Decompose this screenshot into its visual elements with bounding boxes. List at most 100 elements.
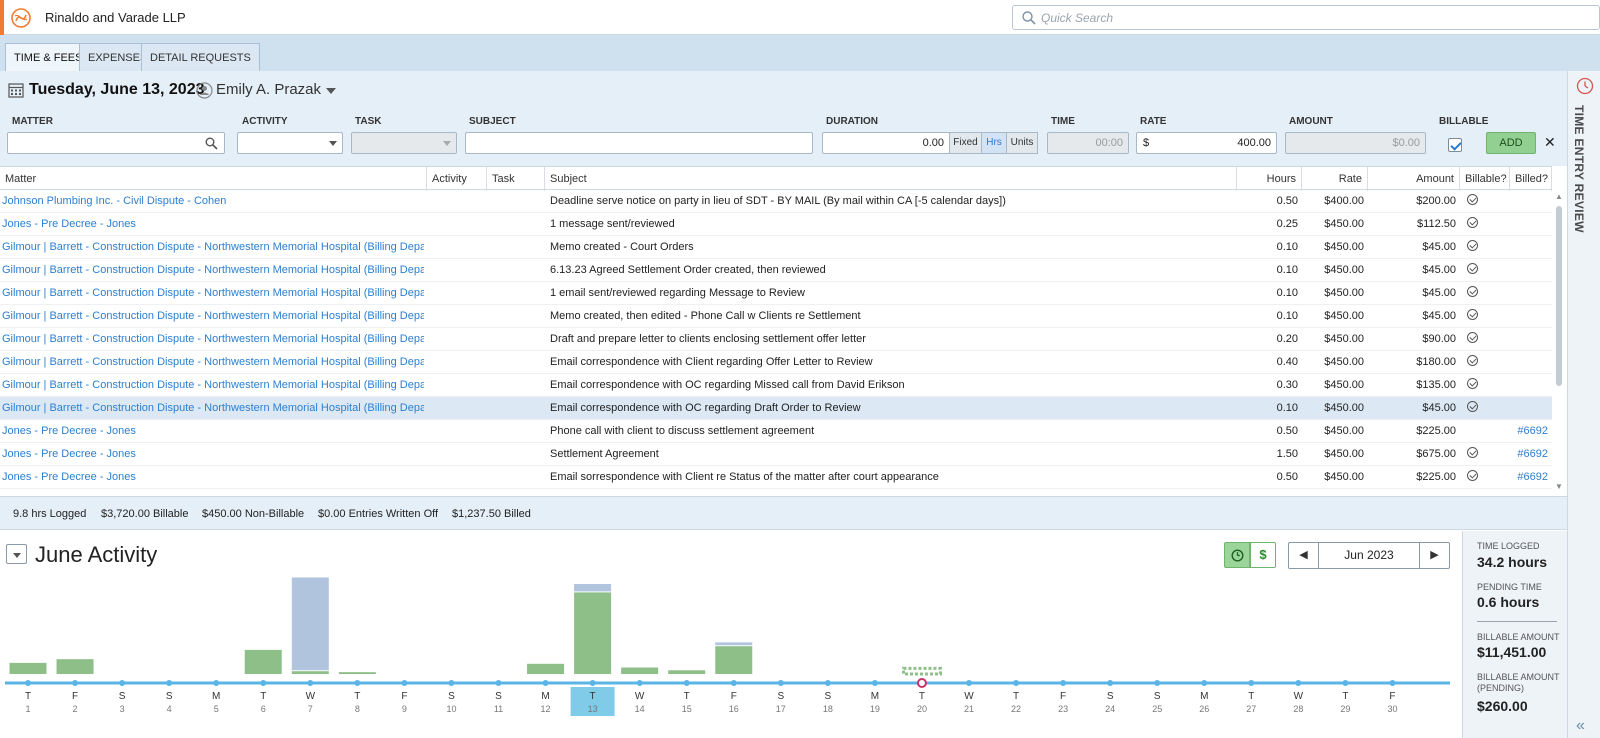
day-of-week-label[interactable]: W — [964, 691, 974, 702]
day-number-label[interactable]: 1 — [25, 704, 30, 714]
day-of-week-label[interactable]: T — [25, 691, 31, 702]
time-entry-review-panel[interactable]: TIME ENTRY REVIEW « — [1567, 71, 1600, 738]
activity-menu-dropdown[interactable] — [6, 544, 27, 564]
row-matter-link[interactable]: Johnson Plumbing Inc. - Civil Dispute - … — [2, 190, 424, 213]
day-of-week-label[interactable]: S — [825, 691, 832, 702]
billable-bar-day-16[interactable] — [715, 646, 753, 674]
day-of-week-label[interactable]: M — [871, 691, 879, 702]
table-scrollbar[interactable]: ▲ ▼ — [1552, 190, 1567, 496]
day-number-label[interactable]: 19 — [870, 704, 880, 714]
table-row[interactable]: Gilmour | Barrett - Construction Dispute… — [0, 351, 1552, 374]
day-number-label[interactable]: 23 — [1058, 704, 1068, 714]
day-of-week-label[interactable]: F — [1389, 691, 1395, 702]
day-of-week-label[interactable]: W — [635, 691, 645, 702]
billable-bar-day-1[interactable] — [9, 662, 47, 674]
day-of-week-label[interactable]: M — [541, 691, 549, 702]
col-activity[interactable]: Activity — [427, 167, 487, 191]
day-of-week-label[interactable]: S — [777, 691, 784, 702]
day-of-week-label[interactable]: F — [401, 691, 407, 702]
scroll-down-icon[interactable]: ▼ — [1555, 482, 1563, 491]
row-matter-link[interactable]: Gilmour | Barrett - Construction Dispute… — [2, 397, 424, 420]
day-number-label[interactable]: 28 — [1293, 704, 1303, 714]
day-number-label[interactable]: 15 — [682, 704, 692, 714]
billable-bar-day-13[interactable] — [574, 592, 612, 674]
table-row[interactable]: Jones - Pre Decree - Jones Settlement Agr… — [0, 443, 1552, 466]
tab-detail-requests[interactable]: DETAIL REQUESTS — [141, 43, 260, 71]
matter-search-icon[interactable] — [205, 137, 218, 150]
day-number-label[interactable]: 11 — [494, 704, 503, 714]
day-of-week-label[interactable]: W — [306, 691, 316, 702]
day-number-label[interactable]: 6 — [261, 704, 266, 714]
table-row[interactable]: Gilmour | Barrett - Construction Dispute… — [0, 374, 1552, 397]
row-matter-link[interactable]: Jones - Pre Decree - Jones — [2, 443, 424, 466]
day-number-label[interactable]: 27 — [1246, 704, 1256, 714]
entry-date[interactable]: Tuesday, June 13, 2023 — [29, 81, 205, 99]
day-of-week-label[interactable]: S — [1154, 691, 1161, 702]
prev-month-button[interactable]: ◀ — [1289, 543, 1319, 568]
nonbillable-bar-day-16[interactable] — [715, 642, 753, 646]
day-of-week-label[interactable]: F — [72, 691, 78, 702]
nonbillable-bar-day-13[interactable] — [574, 583, 612, 592]
day-of-week-label[interactable]: S — [119, 691, 126, 702]
day-number-label[interactable]: 5 — [214, 704, 219, 714]
table-row[interactable]: Gilmour | Barrett - Construction Dispute… — [0, 328, 1552, 351]
day-of-week-label[interactable]: T — [354, 691, 360, 702]
day-number-label[interactable]: 13 — [588, 704, 598, 714]
day-of-week-label[interactable]: S — [448, 691, 455, 702]
row-billed-link[interactable]: #6692 — [1508, 420, 1548, 443]
row-matter-link[interactable]: Gilmour | Barrett - Construction Dispute… — [2, 282, 424, 305]
clear-button[interactable]: ✕ — [1544, 134, 1556, 151]
user-selector[interactable]: Emily A. Prazak — [216, 81, 321, 98]
day-number-label[interactable]: 22 — [1011, 704, 1021, 714]
row-billed-link[interactable]: #6692 — [1508, 466, 1548, 489]
add-button[interactable]: ADD — [1486, 132, 1536, 154]
billable-checkbox[interactable] — [1448, 138, 1462, 152]
col-hours[interactable]: Hours — [1237, 167, 1302, 191]
day-of-week-label[interactable]: S — [166, 691, 173, 702]
table-row[interactable]: Gilmour | Barrett - Construction Dispute… — [0, 259, 1552, 282]
row-matter-link[interactable]: Gilmour | Barrett - Construction Dispute… — [2, 328, 424, 351]
billable-bar-day-12[interactable] — [527, 663, 565, 674]
table-row[interactable]: Jones - Pre Decree - Jones Phone call wit… — [0, 420, 1552, 443]
row-matter-link[interactable]: Gilmour | Barrett - Construction Dispute… — [2, 374, 424, 397]
day-of-week-label[interactable]: F — [731, 691, 737, 702]
billable-bar-day-7[interactable] — [291, 671, 329, 674]
col-rate[interactable]: Rate — [1302, 167, 1368, 191]
day-of-week-label[interactable]: F — [1060, 691, 1066, 702]
day-of-week-label[interactable]: T — [1248, 691, 1254, 702]
day-number-label[interactable]: 12 — [541, 704, 551, 714]
table-row[interactable]: Gilmour | Barrett - Construction Dispute… — [0, 282, 1552, 305]
amount-input[interactable]: $0.00 — [1285, 132, 1426, 154]
day-number-label[interactable]: 8 — [355, 704, 360, 714]
duration-input[interactable]: 0.00 — [822, 132, 950, 154]
billable-bar-day-2[interactable] — [56, 659, 94, 674]
table-row[interactable]: Johnson Plumbing Inc. - Civil Dispute - … — [0, 190, 1552, 213]
day-number-label[interactable]: 14 — [635, 704, 645, 714]
duration-hrs-toggle[interactable]: Hrs — [981, 132, 1007, 154]
day-number-label[interactable]: 26 — [1199, 704, 1209, 714]
day-number-label[interactable]: 20 — [917, 704, 927, 714]
row-billed-link[interactable]: #6692 — [1508, 443, 1548, 466]
nonbillable-bar-day-7[interactable] — [291, 577, 329, 671]
quick-search-input[interactable] — [1041, 9, 1581, 27]
row-matter-link[interactable]: Jones - Pre Decree - Jones — [2, 213, 424, 236]
day-number-label[interactable]: 2 — [73, 704, 78, 714]
rate-input[interactable]: $ 400.00 — [1136, 132, 1277, 154]
quick-search[interactable] — [1012, 5, 1600, 30]
table-row[interactable]: Gilmour | Barrett - Construction Dispute… — [0, 305, 1552, 328]
day-of-week-label[interactable]: M — [1200, 691, 1208, 702]
month-label[interactable]: Jun 2023 — [1319, 543, 1419, 568]
next-month-button[interactable]: ▶ — [1419, 543, 1449, 568]
day-of-week-label[interactable]: W — [1294, 691, 1304, 702]
user-dropdown-chevron-down-icon[interactable] — [326, 88, 336, 94]
day-of-week-label[interactable]: T — [590, 691, 596, 702]
day-of-week-label[interactable]: T — [1342, 691, 1348, 702]
time-input[interactable]: 00:00 — [1047, 132, 1129, 154]
col-billed[interactable]: Billed? — [1510, 167, 1552, 191]
day-number-label[interactable]: 7 — [308, 704, 313, 714]
calendar-icon[interactable] — [8, 82, 24, 98]
day-of-week-label[interactable]: S — [495, 691, 502, 702]
matter-input[interactable] — [7, 132, 225, 154]
time-entry-review-label[interactable]: TIME ENTRY REVIEW — [1572, 105, 1586, 233]
col-billable[interactable]: Billable? — [1460, 167, 1510, 191]
